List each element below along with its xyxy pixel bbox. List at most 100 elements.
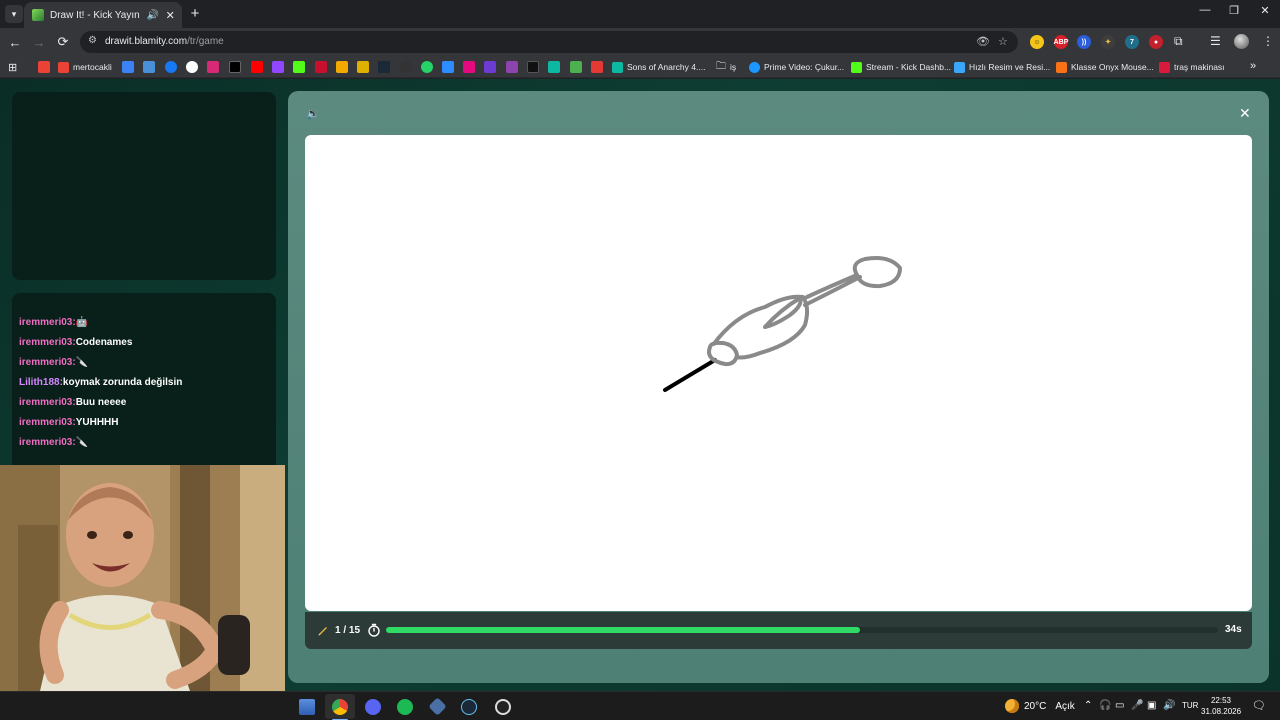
volume-icon[interactable]: 🔊 — [1163, 700, 1175, 711]
input-language[interactable]: TUR — [1182, 701, 1198, 710]
calculator-icon — [299, 698, 315, 715]
weather-widget[interactable]: 20°C Açık — [1005, 699, 1075, 713]
page-content: iremmeri03:🤖 iremmeri03:Codenames iremme… — [0, 79, 1280, 691]
bookmark-translate-icon[interactable] — [143, 61, 155, 73]
eye-off-icon[interactable]: 👁 — [976, 35, 990, 48]
bookmark-klasse-onyx[interactable]: Klasse Onyx Mouse... — [1056, 59, 1154, 75]
restore-button[interactable]: ❐ — [1219, 4, 1249, 17]
bookmark-instagram-icon[interactable] — [207, 61, 219, 73]
tab-close-icon[interactable]: ✕ — [164, 9, 176, 22]
bookmark-kick-dashboard[interactable]: Stream - Kick Dashb... — [851, 59, 951, 75]
bookmark-v-icon[interactable] — [357, 61, 369, 73]
bookmark-arrow-icon[interactable] — [484, 61, 496, 73]
bookmark-dark-icon[interactable] — [527, 61, 539, 73]
address-bar[interactable]: ⚙ drawit.blamity.com/tr/game 👁 ☆ — [80, 31, 1018, 53]
bookmark-teal-icon[interactable] — [548, 61, 560, 73]
taskbar-app-calculator[interactable] — [292, 694, 322, 719]
apps-grid-icon[interactable]: ⊞ — [8, 61, 17, 74]
obs-icon — [427, 697, 447, 716]
url-text[interactable]: drawit.blamity.com/tr/game — [105, 36, 224, 47]
browser-tab[interactable]: Draw It! - Kick Yayınları İçin 🔊 ✕ — [24, 2, 182, 28]
speaker-icon[interactable]: 🔈 — [306, 107, 320, 120]
bookmark-google-icon[interactable] — [186, 61, 198, 73]
gray-stroke — [707, 340, 739, 367]
tray-overflow-icon[interactable]: ⌃ — [1084, 700, 1092, 711]
tab-search-button[interactable]: ▾ — [5, 5, 23, 23]
bookmark-y-icon[interactable] — [463, 61, 475, 73]
microphone-icon[interactable]: 🎤 — [1131, 700, 1143, 711]
bookmark-gmail-icon[interactable] — [38, 61, 50, 73]
bookmark-edge-icon[interactable] — [122, 61, 134, 73]
timer-progress-track — [386, 627, 1218, 633]
clock-time: 22:53 — [1210, 696, 1232, 705]
bookmark-youtube-icon[interactable] — [251, 61, 263, 73]
extension-light-icon[interactable]: ✦ — [1101, 35, 1115, 49]
media-queue-icon[interactable]: ☰ — [1210, 34, 1221, 48]
bookmark-twitch-icon[interactable] — [272, 61, 284, 73]
bookmark-steam-icon[interactable] — [378, 61, 390, 73]
kick-icon — [851, 61, 862, 73]
bookmark-x-icon[interactable] — [229, 61, 241, 73]
tab-strip: ▾ Draw It! - Kick Yayınları İçin 🔊 ✕ + —… — [0, 0, 1280, 28]
chat-message: iremmeri03:Buu neeee — [19, 397, 127, 408]
close-icon[interactable]: ✕ — [1239, 105, 1251, 122]
system-clock[interactable]: 22:53 31.08.2026 — [1201, 695, 1241, 717]
profile-avatar[interactable] — [1234, 34, 1249, 49]
taskbar-app-chrome[interactable] — [325, 694, 355, 719]
extension-adblock-icon[interactable]: ABP — [1054, 35, 1068, 49]
chat-message: iremmeri03:Codenames — [19, 337, 133, 348]
notification-icon[interactable]: 🗨 — [1252, 699, 1266, 712]
extension-smile-icon[interactable]: ☺ — [1030, 35, 1044, 49]
bookmark-github-icon[interactable] — [400, 61, 412, 73]
extension-translate-icon[interactable]: 7 — [1125, 35, 1139, 49]
bookmark-video-icon[interactable] — [442, 61, 454, 73]
bookmark-kick-icon[interactable] — [293, 61, 305, 73]
bookmark-facebook-icon[interactable] — [165, 61, 177, 73]
bookmark-purple-icon[interactable] — [506, 61, 518, 73]
bookmark-green-icon[interactable] — [570, 61, 582, 73]
bookmark-tras-makinasi[interactable]: traş makinası — [1159, 59, 1225, 75]
bookmark-star-icon[interactable]: ☆ — [998, 35, 1008, 48]
reload-button[interactable]: ⟳ — [53, 32, 73, 52]
black-stroke — [663, 358, 717, 392]
device-icon[interactable]: ▭ — [1115, 700, 1124, 711]
forward-button[interactable]: → — [29, 32, 49, 52]
chat-message: iremmeri03:🤖 — [19, 317, 89, 328]
taskbar-app-discord[interactable] — [358, 694, 388, 719]
bookmarks-bar: ⊞ mertocakli Sons of Anarchy 4.... 🗀 iş P… — [0, 56, 1280, 78]
bookmark-red-square-icon[interactable] — [591, 61, 603, 73]
gmail-icon — [58, 61, 69, 73]
menu-kebab-icon[interactable]: ⋮ — [1262, 34, 1274, 48]
bookmark-sons-of-anarchy[interactable]: Sons of Anarchy 4.... — [612, 59, 705, 75]
chrome-icon — [332, 698, 348, 715]
window-close-button[interactable]: ✕ — [1250, 4, 1280, 17]
bookmark-whatsapp-icon[interactable] — [421, 61, 433, 73]
tab-speaker-icon[interactable]: 🔊 — [146, 10, 158, 21]
bookmark-mertocakli[interactable]: mertocakli — [58, 59, 112, 75]
bookmark-favicon-icon — [612, 61, 623, 73]
taskbar-app-spotify[interactable] — [390, 694, 420, 719]
bookmark-folder-is[interactable]: 🗀 iş — [716, 59, 736, 75]
back-button[interactable]: ← — [5, 32, 25, 52]
bookmark-red-icon[interactable] — [315, 61, 327, 73]
weather-temperature: 20°C — [1024, 700, 1047, 712]
taskbar-app-obs[interactable] — [422, 694, 452, 719]
bookmark-yellow-icon[interactable] — [336, 61, 348, 73]
discord-icon — [365, 698, 381, 715]
site-info-icon[interactable]: ⚙ — [88, 35, 97, 46]
clock-date: 31.08.2026 — [1201, 707, 1242, 716]
taskbar-app-recorder[interactable] — [488, 694, 518, 719]
extensions-puzzle-icon[interactable]: ⧉ — [1174, 34, 1183, 49]
taskbar-app-steam[interactable] — [454, 694, 484, 719]
minimize-button[interactable]: — — [1190, 4, 1220, 16]
bookmarks-overflow-icon[interactable]: » — [1250, 60, 1256, 72]
drawing-canvas[interactable] — [305, 135, 1252, 611]
extension-red-icon[interactable]: ● — [1149, 35, 1163, 49]
bookmark-hizli-resim[interactable]: Hızlı Resim ve Resi... — [954, 59, 1050, 75]
network-icon[interactable]: ▣ — [1147, 700, 1156, 711]
bookmark-prime-video[interactable]: Prime Video: Çukur... — [749, 59, 844, 75]
image-icon — [954, 61, 965, 73]
headset-icon[interactable]: 🎧 — [1099, 700, 1111, 711]
extension-wave-icon[interactable]: )) — [1077, 35, 1091, 49]
new-tab-button[interactable]: + — [186, 4, 204, 22]
